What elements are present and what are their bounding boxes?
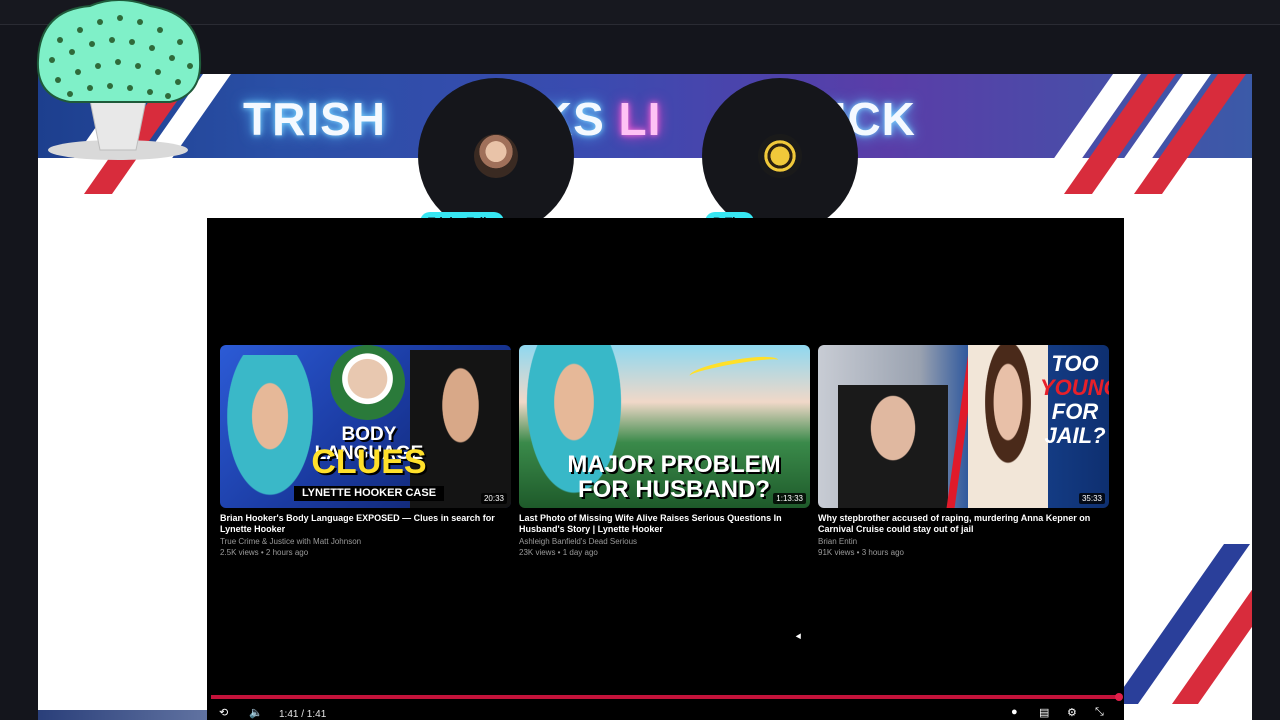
- thumbnail-caption: MAJOR PROBLEM: [567, 451, 781, 478]
- channel-name[interactable]: True Crime & Justice with Matt Johnson: [220, 537, 361, 546]
- arrow-icon: [688, 352, 780, 384]
- video-thumbnail[interactable]: BODY LANGUAGE CLUES LYNETTE HOOKER CASE …: [220, 345, 511, 508]
- autoplay-toggle-icon[interactable]: ●: [1011, 706, 1018, 718]
- video-meta: 91K views • 3 hours ago: [818, 548, 904, 557]
- replay-icon[interactable]: ⟲: [219, 706, 228, 719]
- stream-banner: TRISH LKS LIN KICK: [38, 74, 1252, 194]
- person-image: [968, 345, 1048, 508]
- fullscreen-exit-icon[interactable]: ⤡: [1095, 706, 1104, 719]
- captions-icon[interactable]: ▤: [1039, 706, 1049, 719]
- video-player[interactable]: BODY LANGUAGE CLUES LYNETTE HOOKER CASE …: [207, 218, 1124, 720]
- avatar: [474, 134, 518, 178]
- video-thumbnail[interactable]: TOO YOUNG FOR JAIL? 35:33: [818, 345, 1109, 508]
- video-meta: 23K views • 1 day ago: [519, 548, 598, 557]
- channel-name[interactable]: Brian Entin: [818, 537, 857, 546]
- duration-badge: 20:33: [480, 493, 507, 504]
- thumbnail-caption: CLUES: [311, 443, 427, 481]
- duration-badge: 1:13:33: [773, 493, 806, 504]
- video-title[interactable]: Why stepbrother accused of raping, murde…: [818, 513, 1109, 535]
- progress-scrubber[interactable]: [1115, 693, 1123, 701]
- duration-badge: 35:33: [1078, 493, 1105, 504]
- thumbnail-caption: FOR HUSBAND?: [578, 476, 770, 503]
- thumbnail-caption: JAIL?: [1044, 423, 1106, 448]
- thumbnail-caption: LYNETTE HOOKER CASE: [294, 486, 444, 501]
- bee-avatar-icon: [758, 134, 802, 178]
- participant-avatar[interactable]: [702, 78, 858, 234]
- video-title[interactable]: Last Photo of Missing Wife Alive Raises …: [519, 513, 810, 535]
- video-thumbnail[interactable]: MAJOR PROBLEM FOR HUSBAND? 1:13:33: [519, 345, 810, 508]
- settings-icon[interactable]: ⚙: [1067, 706, 1077, 719]
- video-title[interactable]: Brian Hooker's Body Language EXPOSED — C…: [220, 513, 511, 535]
- thumbnail-caption: TOO: [1051, 351, 1099, 376]
- channel-name[interactable]: Ashleigh Banfield's Dead Serious: [519, 537, 637, 546]
- tree-decoration-icon: [36, 0, 202, 160]
- thumbnail-caption: YOUNG: [1040, 375, 1109, 400]
- person-image: [838, 385, 948, 508]
- progress-bar[interactable]: [211, 695, 1119, 699]
- banner-title-part: LI: [604, 93, 662, 145]
- banner-title-part: TRISH: [243, 93, 400, 145]
- person-image: [330, 345, 405, 420]
- video-meta: 2.5K views • 2 hours ago: [220, 548, 309, 557]
- time-display: 1:41 / 1:41: [279, 709, 327, 720]
- thumbnail-caption: FOR: [1051, 399, 1099, 424]
- volume-icon[interactable]: 🔈: [249, 706, 263, 719]
- participant-avatar[interactable]: [418, 78, 574, 234]
